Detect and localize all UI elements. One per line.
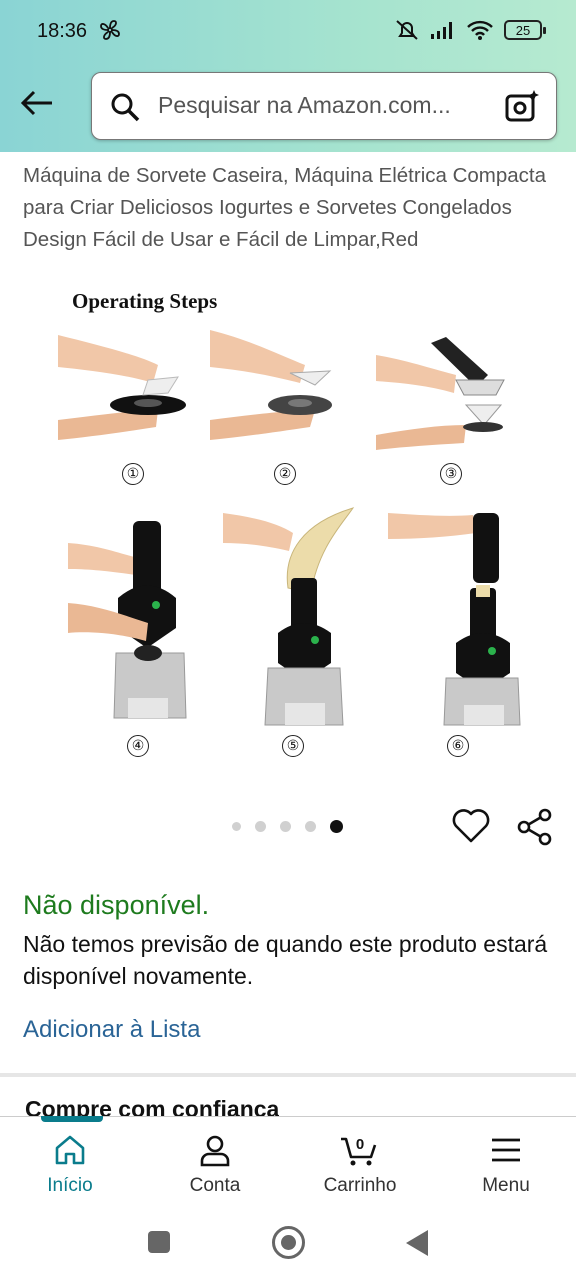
- cart-count-badge: 0: [356, 1136, 364, 1153]
- tab-label: Menu: [482, 1175, 530, 1196]
- step-3-illustration: ③: [376, 325, 526, 485]
- battery-indicator: 25: [504, 20, 546, 40]
- person-icon: [200, 1135, 230, 1167]
- signal-icon: [431, 22, 452, 39]
- tab-label: Carrinho: [323, 1175, 397, 1196]
- section-heading-trust: Compre com confiança: [25, 1096, 280, 1116]
- product-image[interactable]: Operating Steps ① ② ③ ④ ⑤ ⑥: [58, 285, 528, 765]
- step-number: ⑤: [282, 735, 304, 757]
- step-number: ④: [127, 735, 149, 757]
- tab-label: Conta: [189, 1175, 241, 1196]
- back-button[interactable]: [406, 1230, 428, 1256]
- tab-home[interactable]: Início: [15, 1116, 125, 1211]
- recents-button[interactable]: [148, 1231, 170, 1253]
- cart-icon: 0: [341, 1136, 377, 1166]
- system-nav-bar: [0, 1210, 576, 1280]
- step-number: ①: [122, 463, 144, 485]
- menu-icon: [492, 1138, 520, 1162]
- tab-menu[interactable]: Menu: [451, 1117, 561, 1211]
- carousel-dot-active[interactable]: [330, 820, 343, 833]
- add-to-list-link[interactable]: Adicionar à Lista: [23, 1016, 200, 1044]
- home-button[interactable]: [272, 1226, 305, 1259]
- home-icon: [55, 1135, 85, 1165]
- status-icons: 25: [394, 18, 546, 42]
- wifi-icon: [467, 20, 493, 40]
- step-number: ③: [440, 463, 462, 485]
- availability-message: Não temos previsão de quando este produt…: [23, 931, 548, 989]
- availability-status: Não disponível.: [23, 890, 210, 920]
- search-bar[interactable]: Pesquisar na Amazon.com...: [91, 72, 557, 140]
- tab-label: Início: [47, 1175, 93, 1196]
- fan-icon: [100, 20, 120, 40]
- search-input[interactable]: Pesquisar na Amazon.com...: [158, 92, 451, 119]
- step-5-illustration: ⑤: [223, 503, 363, 757]
- step-number: ②: [274, 463, 296, 485]
- section-divider: [0, 1073, 576, 1077]
- carousel-dot[interactable]: [280, 821, 291, 832]
- step-6-illustration: ⑥: [388, 503, 528, 757]
- carousel-dot[interactable]: [255, 821, 266, 832]
- step-4-illustration: ④: [68, 503, 208, 757]
- step-2-illustration: ②: [210, 325, 360, 485]
- mute-icon: [396, 20, 418, 40]
- carousel-dot[interactable]: [232, 822, 241, 831]
- app-header: 18:36 25 Pesquisar na Amazon.com...: [0, 0, 576, 152]
- carousel-dot[interactable]: [305, 821, 316, 832]
- step-1-illustration: ①: [58, 325, 208, 485]
- product-title: Máquina de Sorvete Caseira, Máquina Elét…: [23, 164, 547, 251]
- share-icon[interactable]: [516, 808, 554, 846]
- back-arrow-icon[interactable]: [20, 88, 54, 118]
- image-header: Operating Steps: [72, 289, 218, 313]
- search-icon: [111, 93, 140, 122]
- bottom-tab-bar: Início Conta 0 Carrinho Menu: [0, 1116, 576, 1210]
- image-carousel-dots[interactable]: [232, 820, 343, 833]
- tab-cart[interactable]: 0 Carrinho: [305, 1117, 415, 1211]
- step-number: ⑥: [447, 735, 469, 757]
- tab-account[interactable]: Conta: [160, 1117, 270, 1211]
- status-bar: 18:36 25: [0, 0, 576, 64]
- status-time: 18:36: [37, 20, 88, 42]
- camera-search-icon[interactable]: [504, 88, 540, 124]
- heart-icon[interactable]: [452, 808, 490, 844]
